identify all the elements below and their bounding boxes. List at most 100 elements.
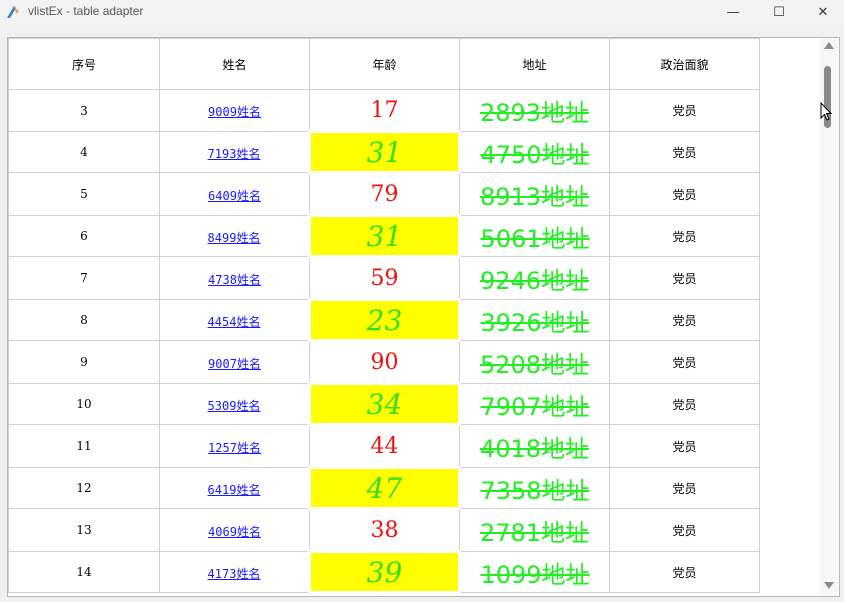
app-icon <box>7 6 19 18</box>
table-row[interactable]: 12 6419姓名 47 7358地址 党员 <box>8 466 760 510</box>
cell-age: 47 <box>308 466 461 510</box>
cell-address: 4750地址 <box>459 131 610 173</box>
header-address[interactable]: 地址 <box>459 38 610 90</box>
cell-seq: 3 <box>8 89 160 132</box>
name-link[interactable]: 6409姓名 <box>208 189 261 203</box>
cell-name: 6409姓名 <box>159 172 310 216</box>
cell-age: 90 <box>309 340 460 384</box>
table-row[interactable]: 13 4069姓名 38 2781地址 党员 <box>8 508 760 552</box>
table-header-row: 序号 姓名 年龄 地址 政治面貌 <box>8 38 760 90</box>
cell-seq: 8 <box>8 299 160 341</box>
table-row[interactable]: 7 4738姓名 59 9246地址 党员 <box>8 256 760 300</box>
cell-address: 8913地址 <box>459 172 610 216</box>
cell-name: 8499姓名 <box>159 215 310 257</box>
cell-name: 4173姓名 <box>159 551 310 593</box>
maximize-icon: ☐ <box>773 4 785 20</box>
cell-party: 党员 <box>609 383 760 425</box>
cell-age: 39 <box>308 550 461 594</box>
header-age[interactable]: 年龄 <box>309 38 460 90</box>
cell-party: 党员 <box>609 340 760 384</box>
cell-seq: 14 <box>8 551 160 593</box>
cell-address: 2893地址 <box>459 89 610 132</box>
cell-address: 7358地址 <box>459 467 610 509</box>
minimize-button[interactable]: — <box>710 0 756 24</box>
minimize-icon: — <box>726 4 740 20</box>
cell-party: 党员 <box>609 89 760 132</box>
cell-address: 4018地址 <box>459 424 610 468</box>
name-link[interactable]: 5309姓名 <box>208 399 261 413</box>
cell-seq: 10 <box>8 383 160 425</box>
cell-seq: 4 <box>8 131 160 173</box>
table-view[interactable]: 序号 姓名 年龄 地址 政治面貌 3 9009姓名 17 2893地址 党员 4 7193姓… <box>7 37 840 597</box>
cell-name: 6419姓名 <box>159 467 310 509</box>
table-row[interactable]: 10 5309姓名 34 7907地址 党员 <box>8 382 760 426</box>
name-link[interactable]: 4069姓名 <box>208 525 261 539</box>
cell-party: 党员 <box>609 299 760 341</box>
table-row[interactable]: 4 7193姓名 31 4750地址 党员 <box>8 130 760 174</box>
cell-name: 4454姓名 <box>159 299 310 341</box>
name-link[interactable]: 4173姓名 <box>208 567 261 581</box>
scroll-down-icon[interactable] <box>824 582 834 589</box>
name-link[interactable]: 8499姓名 <box>208 231 261 245</box>
name-link[interactable]: 6419姓名 <box>208 483 261 497</box>
table-row[interactable]: 8 4454姓名 23 3926地址 党员 <box>8 298 760 342</box>
table-row[interactable]: 5 6409姓名 79 8913地址 党员 <box>8 172 760 216</box>
cell-party: 党员 <box>609 508 760 552</box>
cell-age: 31 <box>308 214 461 258</box>
close-button[interactable]: ✕ <box>800 0 844 24</box>
cell-address: 3926地址 <box>459 299 610 341</box>
cell-name: 9009姓名 <box>159 89 310 132</box>
name-link[interactable]: 9007姓名 <box>208 357 261 371</box>
cell-party: 党员 <box>609 424 760 468</box>
maximize-button[interactable]: ☐ <box>756 0 802 24</box>
name-link[interactable]: 9009姓名 <box>208 105 261 119</box>
table-row[interactable]: 9 9007姓名 90 5208地址 党员 <box>8 340 760 384</box>
table-row[interactable]: 14 4173姓名 39 1099地址 党员 <box>8 550 760 594</box>
cell-party: 党员 <box>609 131 760 173</box>
table-row[interactable]: 3 9009姓名 17 2893地址 党员 <box>8 89 760 132</box>
cell-age: 44 <box>309 424 460 468</box>
cell-age: 59 <box>309 256 460 300</box>
window-title: vlistEx - table adapter <box>28 4 144 18</box>
table-row[interactable]: 6 8499姓名 31 5061地址 党员 <box>8 214 760 258</box>
cell-seq: 11 <box>8 424 160 468</box>
cell-age: 31 <box>308 130 461 174</box>
name-link[interactable]: 1257姓名 <box>208 441 261 455</box>
cell-seq: 9 <box>8 340 160 384</box>
cell-name: 7193姓名 <box>159 131 310 173</box>
cell-party: 党员 <box>609 551 760 593</box>
cell-name: 9007姓名 <box>159 340 310 384</box>
cell-seq: 12 <box>8 467 160 509</box>
cell-age: 17 <box>309 89 460 132</box>
cell-address: 5208地址 <box>459 340 610 384</box>
cell-address: 1099地址 <box>459 551 610 593</box>
cell-party: 党员 <box>609 256 760 300</box>
cell-address: 7907地址 <box>459 383 610 425</box>
cell-party: 党员 <box>609 172 760 216</box>
cell-party: 党员 <box>609 467 760 509</box>
name-link[interactable]: 7193姓名 <box>208 147 261 161</box>
title-bar: vlistEx - table adapter — ☐ ✕ <box>0 0 844 24</box>
cell-age: 79 <box>309 172 460 216</box>
close-icon: ✕ <box>817 4 829 20</box>
cell-name: 5309姓名 <box>159 383 310 425</box>
name-link[interactable]: 4454姓名 <box>208 315 261 329</box>
mouse-cursor-icon <box>820 102 832 121</box>
scroll-up-icon[interactable] <box>824 42 834 49</box>
data-table: 序号 姓名 年龄 地址 政治面貌 3 9009姓名 17 2893地址 党员 4 7193姓… <box>8 38 760 594</box>
cell-address: 2781地址 <box>459 508 610 552</box>
cell-seq: 13 <box>8 508 160 552</box>
cell-seq: 7 <box>8 256 160 300</box>
table-row[interactable]: 11 1257姓名 44 4018地址 党员 <box>8 424 760 468</box>
header-seq[interactable]: 序号 <box>8 38 160 90</box>
cell-age: 34 <box>308 382 461 426</box>
cell-seq: 5 <box>8 172 160 216</box>
header-name[interactable]: 姓名 <box>159 38 310 90</box>
cell-address: 5061地址 <box>459 215 610 257</box>
cell-name: 4738姓名 <box>159 256 310 300</box>
header-party[interactable]: 政治面貌 <box>609 38 760 90</box>
cell-address: 9246地址 <box>459 256 610 300</box>
cell-age: 38 <box>309 508 460 552</box>
cell-name: 4069姓名 <box>159 508 310 552</box>
name-link[interactable]: 4738姓名 <box>208 273 261 287</box>
